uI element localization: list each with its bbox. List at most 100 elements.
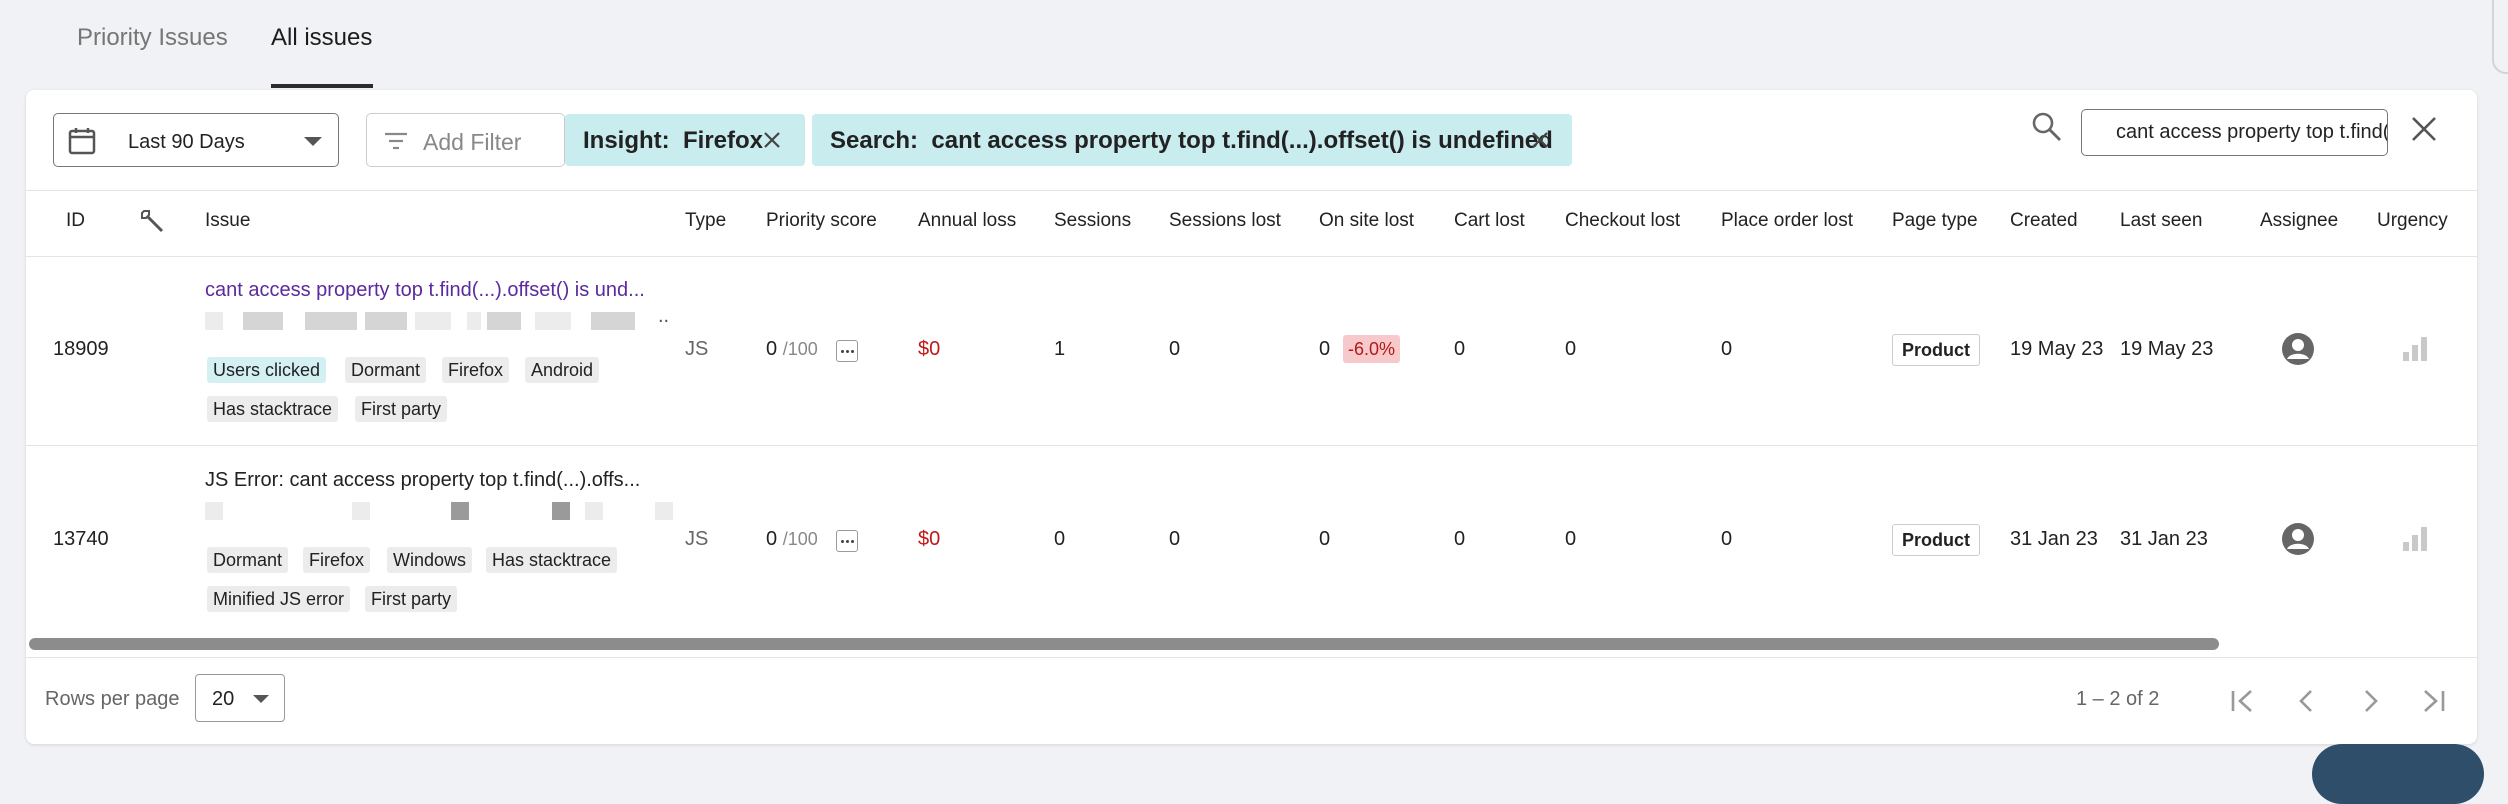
horizontal-scrollbar[interactable] [29, 638, 2219, 650]
column-header-on-site-lost[interactable]: On site lost [1319, 210, 1414, 232]
column-header-urgency[interactable]: Urgency [2377, 210, 2448, 232]
column-header-cart-lost[interactable]: Cart lost [1454, 210, 1525, 232]
urgency-bars-icon [2403, 337, 2427, 361]
annual-loss: $0 [918, 528, 941, 550]
assignee-avatar-icon[interactable] [2281, 332, 2315, 366]
column-header-last-seen[interactable]: Last seen [2120, 210, 2202, 232]
add-filter-label: Add Filter [423, 129, 522, 155]
tag: First party [365, 586, 458, 612]
divider [26, 256, 2477, 257]
tag: Minified JS error [207, 586, 351, 612]
tag: Users clicked [207, 357, 327, 383]
first-page-icon[interactable] [2226, 684, 2260, 718]
page-type-badge: Product [1892, 524, 1981, 556]
redacted-details [205, 312, 677, 330]
search-input[interactable] [2081, 109, 2388, 156]
pagination-range: 1 – 2 of 2 [2076, 688, 2160, 710]
more-options-button[interactable] [836, 530, 858, 552]
on-site-lost: 0 [1319, 528, 1331, 550]
divider [26, 657, 2477, 658]
last-seen-date: 19 May 23 [2120, 338, 2214, 360]
priority-score: 0 /100 [766, 338, 818, 361]
sessions: 1 [1054, 338, 1066, 360]
search-icon[interactable] [2030, 110, 2064, 144]
tag: Dormant [207, 547, 289, 573]
more-options-button[interactable] [836, 340, 858, 362]
issue-id: 13740 [53, 528, 109, 550]
column-header-annual-loss[interactable]: Annual loss [918, 210, 1016, 232]
filter-icon [385, 132, 407, 150]
tag: Android [525, 357, 600, 383]
column-header-checkout-lost[interactable]: Checkout lost [1565, 210, 1680, 232]
rows-per-page-label: Rows per page [45, 688, 180, 710]
sessions-lost: 0 [1169, 528, 1181, 550]
ellipsis-text: .. [658, 305, 670, 327]
tag: Windows [387, 547, 473, 573]
add-filter-button[interactable]: Add Filter [366, 113, 565, 167]
column-header-assignee[interactable]: Assignee [2260, 210, 2338, 232]
priority-score-max: /100 [782, 529, 818, 549]
wrench-icon[interactable] [138, 206, 168, 236]
priority-score-max: /100 [782, 339, 818, 359]
column-header-created[interactable]: Created [2010, 210, 2078, 232]
filter-chip-label: Search: cant access property top t.find(… [830, 127, 1553, 154]
page-scrollbar[interactable] [2492, 0, 2508, 74]
sessions-lost: 0 [1169, 338, 1181, 360]
tag: First party [355, 396, 448, 422]
date-range-select[interactable]: Last 90 Days [53, 113, 339, 167]
filter-chip-insight: Insight: Firefox [565, 114, 805, 166]
issue-type: JS [685, 338, 709, 360]
cart-lost: 0 [1454, 338, 1466, 360]
tab-all-issues[interactable]: All issues [271, 24, 372, 52]
issue-title-link[interactable]: cant access property top t.find(...).off… [205, 279, 645, 302]
page-type-badge: Product [1892, 334, 1981, 366]
created-date: 31 Jan 23 [2010, 528, 2098, 550]
column-header-issue[interactable]: Issue [205, 210, 250, 232]
filter-chip-label: Insight: Firefox [583, 127, 763, 154]
column-header-type[interactable]: Type [685, 210, 726, 232]
tab-bar: Priority Issues All issues [0, 0, 2508, 90]
place-order-lost: 0 [1721, 338, 1733, 360]
on-site-lost: 0 [1319, 338, 1331, 360]
assignee-avatar-icon[interactable] [2281, 522, 2315, 556]
tab-priority-issues[interactable]: Priority Issues [77, 24, 228, 52]
column-header-sessions-lost[interactable]: Sessions lost [1169, 210, 1281, 232]
close-icon[interactable] [762, 130, 782, 150]
chevron-down-icon [253, 695, 269, 703]
floating-action-button[interactable] [2312, 744, 2484, 804]
sessions: 0 [1054, 528, 1066, 550]
divider [26, 445, 2477, 446]
close-icon[interactable] [1530, 130, 1550, 150]
previous-page-icon[interactable] [2290, 684, 2324, 718]
clear-search-icon[interactable] [2410, 115, 2438, 143]
column-header-id[interactable]: ID [66, 210, 85, 232]
redacted-details [205, 502, 677, 520]
created-date: 19 May 23 [2010, 338, 2104, 360]
tag: Firefox [303, 547, 371, 573]
filter-chip-search: Search: cant access property top t.find(… [812, 114, 1572, 166]
tag: Firefox [442, 357, 510, 383]
last-page-icon[interactable] [2416, 684, 2450, 718]
last-seen-date: 31 Jan 23 [2120, 528, 2208, 550]
issue-type: JS [685, 528, 709, 550]
column-header-place-order-lost[interactable]: Place order lost [1721, 210, 1853, 232]
column-header-sessions[interactable]: Sessions [1054, 210, 1131, 232]
place-order-lost: 0 [1721, 528, 1733, 550]
calendar-icon [68, 128, 96, 155]
chevron-down-icon [304, 137, 322, 146]
checkout-lost: 0 [1565, 528, 1577, 550]
divider [26, 190, 2477, 191]
priority-score-value: 0 [766, 528, 778, 550]
column-header-page-type[interactable]: Page type [1892, 210, 1978, 232]
on-site-lost-badge: -6.0% [1343, 335, 1401, 363]
date-range-value: Last 90 Days [128, 131, 245, 153]
annual-loss: $0 [918, 338, 941, 360]
rows-per-page-select[interactable]: 20 [195, 674, 285, 722]
next-page-icon[interactable] [2353, 684, 2387, 718]
column-header-priority-score[interactable]: Priority score [766, 210, 877, 232]
issue-id: 18909 [53, 338, 109, 360]
priority-score-value: 0 [766, 338, 778, 360]
urgency-bars-icon [2403, 527, 2427, 551]
checkout-lost: 0 [1565, 338, 1577, 360]
issue-title-link[interactable]: JS Error: cant access property top t.fin… [205, 469, 640, 492]
